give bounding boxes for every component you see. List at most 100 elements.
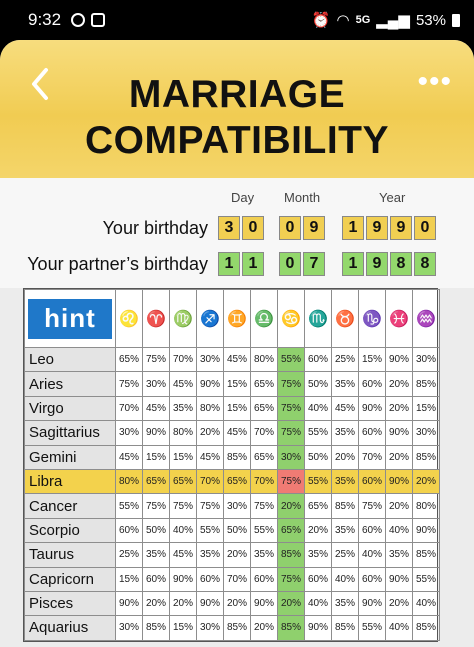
compatibility-cell: 35% bbox=[385, 542, 413, 568]
compatibility-cell: 55% bbox=[250, 517, 278, 544]
compatibility-cell: 15% bbox=[223, 371, 251, 397]
compatibility-cell: 85% bbox=[277, 542, 305, 568]
compatibility-cell: 60% bbox=[250, 566, 278, 592]
compatibility-cell: 60% bbox=[196, 566, 224, 592]
digit-box[interactable]: 9 bbox=[303, 216, 325, 240]
sign-name: Virgo bbox=[24, 395, 116, 422]
zodiac-symbol-icon: ♏ bbox=[304, 289, 332, 348]
compatibility-cell: 90% bbox=[169, 566, 197, 592]
digit-box[interactable]: 0 bbox=[414, 216, 436, 240]
digit-box[interactable]: 0 bbox=[242, 216, 264, 240]
compatibility-cell: 85% bbox=[331, 615, 359, 641]
sign-name: Pisces bbox=[24, 590, 116, 617]
compatibility-cell: 45% bbox=[331, 395, 359, 422]
digit-box[interactable]: 7 bbox=[303, 252, 325, 276]
sign-name: Aries bbox=[24, 371, 116, 397]
compatibility-cell: 45% bbox=[223, 420, 251, 446]
table-row: Taurus 25% 35% 45% 35% 20% 35% 85% 35% 25% 40% 35% 8… bbox=[24, 542, 440, 568]
compatibility-cell: 90% bbox=[385, 346, 413, 373]
partner-day-input[interactable]: 11 bbox=[218, 252, 264, 276]
digit-box[interactable]: 0 bbox=[279, 216, 301, 240]
compatibility-cell: 50% bbox=[304, 444, 332, 470]
partner-month-input[interactable]: 07 bbox=[279, 252, 325, 276]
birthday-form: Day Month Year Your birthday 30 09 1990 … bbox=[0, 178, 474, 288]
compatibility-cell: 65% bbox=[250, 371, 278, 397]
compatibility-cell: 50% bbox=[223, 517, 251, 544]
compatibility-cell: 40% bbox=[385, 517, 413, 544]
compatibility-cell: 75% bbox=[169, 493, 197, 519]
zodiac-symbol-icon: ♌ bbox=[115, 289, 143, 348]
compatibility-cell: 30% bbox=[115, 420, 143, 446]
compatibility-cell: 20% bbox=[385, 395, 413, 422]
digit-box[interactable]: 9 bbox=[366, 216, 388, 240]
compatibility-cell: 45% bbox=[169, 371, 197, 397]
app-screen: ••• MARRIAGE COMPATIBILITY Day Month Yea… bbox=[0, 40, 474, 647]
sign-name: Aquarius bbox=[24, 615, 116, 641]
digit-box[interactable]: 0 bbox=[279, 252, 301, 276]
zodiac-symbol-icon: ♉ bbox=[331, 289, 359, 348]
digit-box[interactable]: 9 bbox=[366, 252, 388, 276]
zodiac-symbol-icon: ♎ bbox=[250, 289, 278, 348]
compatibility-cell: 85% bbox=[142, 615, 170, 641]
alarm-icon: ⏰ bbox=[311, 12, 331, 29]
digit-box[interactable]: 1 bbox=[342, 216, 364, 240]
compatibility-cell: 75% bbox=[277, 395, 305, 422]
compatibility-cell: 70% bbox=[196, 468, 224, 495]
battery-icon bbox=[452, 13, 460, 27]
compatibility-cell: 40% bbox=[385, 615, 413, 641]
compatibility-cell: 20% bbox=[385, 493, 413, 519]
sign-name: Gemini bbox=[24, 444, 116, 470]
compatibility-cell: 85% bbox=[331, 493, 359, 519]
digit-box[interactable]: 3 bbox=[218, 216, 240, 240]
compatibility-cell: 30% bbox=[196, 615, 224, 641]
compatibility-cell: 20% bbox=[277, 493, 305, 519]
partner-year-input[interactable]: 1988 bbox=[342, 252, 436, 276]
compatibility-cell: 70% bbox=[169, 346, 197, 373]
table-row: Virgo 70% 45% 35% 80% 15% 65% 75% 40% 45% 90% 20% 15… bbox=[24, 395, 440, 422]
compatibility-cell: 60% bbox=[304, 566, 332, 592]
your-month-input[interactable]: 09 bbox=[279, 216, 325, 240]
compatibility-cell: 20% bbox=[196, 420, 224, 446]
sign-name: Leo bbox=[24, 346, 116, 373]
compatibility-cell: 35% bbox=[250, 542, 278, 568]
compatibility-cell: 50% bbox=[304, 371, 332, 397]
digit-box[interactable]: 8 bbox=[390, 252, 412, 276]
compatibility-cell: 15% bbox=[358, 346, 386, 373]
compatibility-cell: 85% bbox=[412, 371, 440, 397]
compatibility-cell: 45% bbox=[142, 395, 170, 422]
compatibility-cell: 65% bbox=[223, 468, 251, 495]
digit-box[interactable]: 1 bbox=[218, 252, 240, 276]
compatibility-cell: 60% bbox=[358, 420, 386, 446]
compatibility-cell: 40% bbox=[331, 566, 359, 592]
compatibility-cell: 40% bbox=[169, 517, 197, 544]
hint-cell: hint bbox=[24, 289, 116, 348]
compatibility-cell: 20% bbox=[223, 590, 251, 617]
compatibility-cell: 80% bbox=[169, 420, 197, 446]
compatibility-cell: 35% bbox=[331, 371, 359, 397]
digit-box[interactable]: 1 bbox=[342, 252, 364, 276]
compatibility-cell: 40% bbox=[304, 590, 332, 617]
compatibility-cell: 60% bbox=[115, 517, 143, 544]
compatibility-cell: 65% bbox=[304, 493, 332, 519]
table-row: Leo 65% 75% 70% 30% 45% 80% 55% 60% 25% 15% 90% 30% bbox=[24, 346, 440, 373]
compatibility-cell: 55% bbox=[412, 566, 440, 592]
compatibility-cell: 15% bbox=[142, 444, 170, 470]
sign-name: Libra bbox=[24, 468, 116, 495]
table-row: Capricorn 15% 60% 90% 60% 70% 60% 75% 60% 40% 60% 9… bbox=[24, 566, 440, 592]
compatibility-cell: 90% bbox=[385, 566, 413, 592]
compatibility-cell: 90% bbox=[385, 468, 413, 495]
compatibility-cell: 90% bbox=[250, 590, 278, 617]
digit-box[interactable]: 9 bbox=[390, 216, 412, 240]
compatibility-cell: 35% bbox=[169, 395, 197, 422]
title-line-1: MARRIAGE bbox=[128, 73, 346, 116]
compatibility-cell: 75% bbox=[250, 493, 278, 519]
your-day-input[interactable]: 30 bbox=[218, 216, 264, 240]
compatibility-cell: 15% bbox=[115, 566, 143, 592]
your-year-input[interactable]: 1990 bbox=[342, 216, 436, 240]
compatibility-cell: 60% bbox=[358, 468, 386, 495]
compatibility-cell: 55% bbox=[358, 615, 386, 641]
compatibility-cell: 20% bbox=[304, 517, 332, 544]
digit-box[interactable]: 8 bbox=[414, 252, 436, 276]
compatibility-cell: 90% bbox=[304, 615, 332, 641]
digit-box[interactable]: 1 bbox=[242, 252, 264, 276]
